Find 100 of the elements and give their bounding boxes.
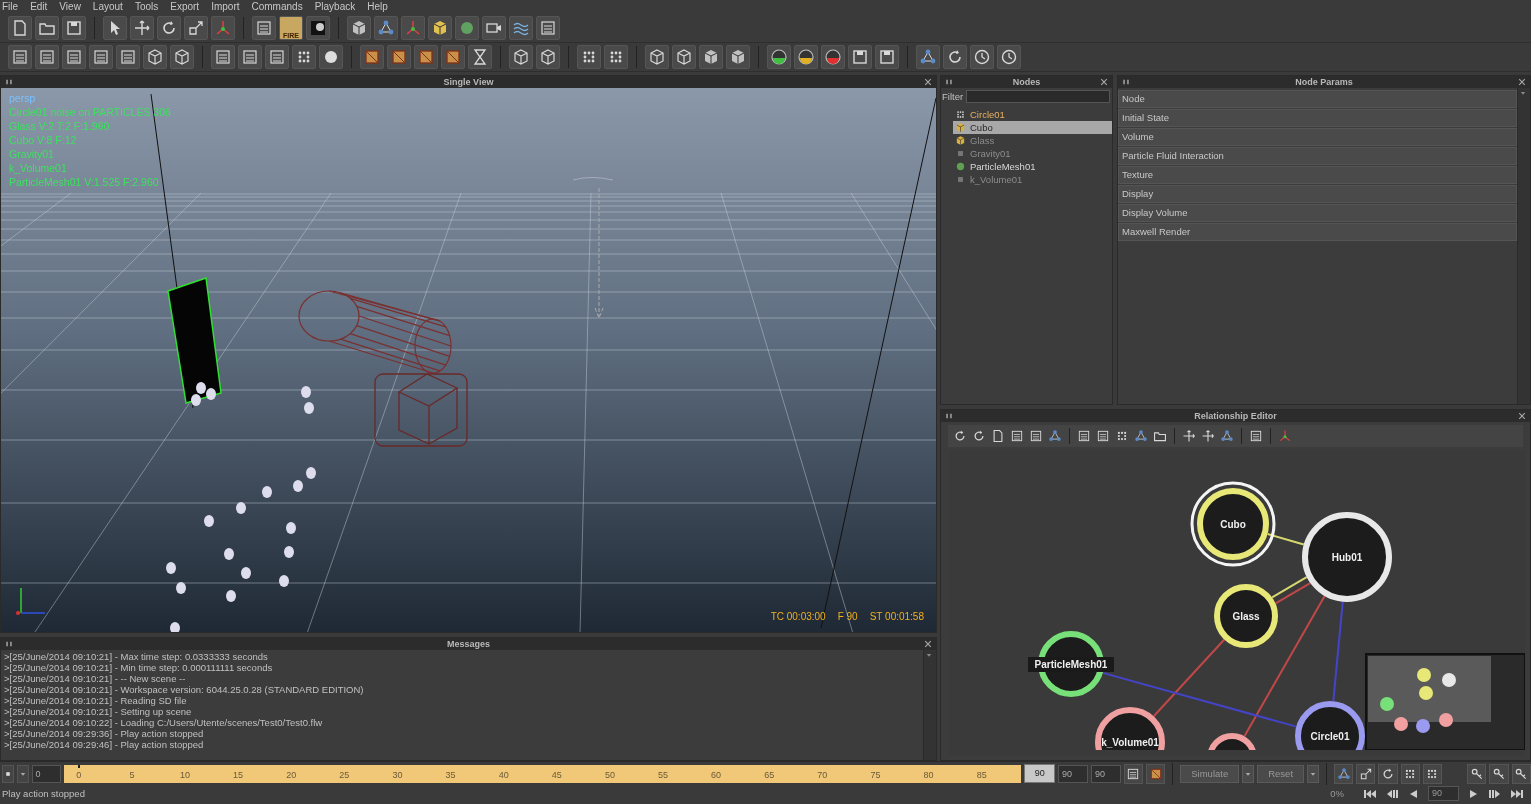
reset-button[interactable]: Reset bbox=[1257, 764, 1305, 783]
toolbar-button[interactable] bbox=[997, 45, 1021, 69]
toolbar-button[interactable] bbox=[848, 45, 872, 69]
scrollbar[interactable] bbox=[1517, 88, 1530, 404]
simulate-button[interactable]: Simulate bbox=[1180, 764, 1240, 783]
node-list-item[interactable]: Glass bbox=[953, 134, 1112, 147]
menu-item[interactable]: Playback bbox=[314, 1, 356, 13]
frame-field[interactable]: 90 bbox=[1058, 764, 1088, 783]
indicator-icon bbox=[770, 48, 788, 66]
node-list-item[interactable]: k_Volume01 bbox=[953, 173, 1112, 186]
toolbar-button[interactable] bbox=[157, 16, 181, 40]
toolbar-button[interactable] bbox=[875, 45, 899, 69]
tick-label: 10 bbox=[180, 769, 190, 781]
graph-node[interactable]: k_Volume01 bbox=[1095, 707, 1165, 750]
dropdown-button[interactable] bbox=[1307, 764, 1320, 783]
panel-title: Single View bbox=[443, 77, 494, 87]
menu-item[interactable]: Layout bbox=[92, 1, 123, 13]
section-header[interactable]: Initial State bbox=[1118, 109, 1517, 127]
dropdown-button[interactable] bbox=[1242, 764, 1255, 783]
graph-node[interactable]: Cubo bbox=[1190, 481, 1276, 567]
section-header[interactable]: Node bbox=[1118, 90, 1517, 108]
toolbar-button[interactable] bbox=[672, 45, 696, 69]
node-list-item[interactable]: Gravity01 bbox=[953, 147, 1112, 160]
node-list-item[interactable]: ParticleMesh01 bbox=[953, 160, 1112, 173]
toolbar-button[interactable] bbox=[428, 16, 452, 40]
toolbar-button[interactable] bbox=[1400, 763, 1420, 784]
menu-item[interactable]: File bbox=[2, 1, 19, 13]
toolbar-button[interactable] bbox=[1378, 763, 1398, 784]
menu-item[interactable]: Commands bbox=[251, 1, 303, 13]
playhead-marker[interactable] bbox=[77, 764, 80, 768]
toolbar-button[interactable] bbox=[1076, 428, 1092, 444]
toolbar-button[interactable] bbox=[970, 45, 994, 69]
section-header[interactable]: Display bbox=[1118, 185, 1517, 203]
end-frame-field[interactable]: 90 bbox=[1024, 764, 1056, 783]
toolbar-button[interactable] bbox=[794, 45, 818, 69]
toolbar-button[interactable] bbox=[62, 16, 86, 40]
log-line: >[25/June/2014 09:10:22] - Loading C:/Users/Utente/scenes/Test0/Test0.flw bbox=[4, 717, 324, 728]
toolbar-button[interactable] bbox=[1511, 763, 1531, 784]
toolbar-button[interactable] bbox=[1123, 763, 1144, 784]
toolbar-button[interactable] bbox=[306, 16, 330, 40]
scrollbar[interactable] bbox=[923, 650, 936, 760]
toolbar-button[interactable] bbox=[143, 45, 167, 69]
section-header[interactable]: Display Volume bbox=[1118, 204, 1517, 222]
toolbar-button[interactable] bbox=[645, 45, 669, 69]
menu-button[interactable] bbox=[2, 764, 14, 783]
section-header[interactable]: Particle Fluid Interaction bbox=[1118, 147, 1517, 165]
toolbar-button[interactable] bbox=[726, 45, 750, 69]
toolbar-button[interactable] bbox=[943, 45, 967, 69]
menu-item[interactable]: View bbox=[59, 1, 81, 13]
toolbar-button[interactable] bbox=[604, 45, 628, 69]
dropdown-button[interactable] bbox=[16, 764, 29, 783]
filter-field[interactable] bbox=[966, 90, 1110, 103]
toolbar-button[interactable] bbox=[1422, 763, 1443, 784]
toolbar-button[interactable] bbox=[1009, 428, 1025, 444]
close-icon[interactable] bbox=[923, 77, 933, 87]
close-icon[interactable] bbox=[1099, 77, 1109, 87]
toolbar-button[interactable] bbox=[821, 45, 845, 69]
frame-field[interactable]: 90 bbox=[1428, 786, 1459, 801]
toolbar-button[interactable] bbox=[990, 428, 1006, 444]
menu-item[interactable]: Tools bbox=[134, 1, 159, 13]
toolbar-button[interactable] bbox=[1095, 428, 1111, 444]
graph-node[interactable] bbox=[1207, 733, 1257, 750]
toolbar-button[interactable] bbox=[767, 45, 791, 69]
start-frame-field[interactable]: 0 bbox=[31, 764, 62, 783]
panel-title: Node Params bbox=[1295, 77, 1353, 87]
toolbar-button[interactable] bbox=[1248, 428, 1264, 444]
toolbar-button[interactable] bbox=[468, 45, 492, 69]
toolbar-button[interactable] bbox=[319, 45, 343, 69]
node-list-item[interactable]: Cubo bbox=[953, 121, 1112, 134]
menu-item[interactable]: Export bbox=[170, 1, 200, 13]
graph-node[interactable]: Glass bbox=[1214, 584, 1278, 648]
frame-field[interactable]: 90 bbox=[1091, 764, 1121, 783]
menu-item[interactable]: Import bbox=[211, 1, 240, 13]
toolbar-button[interactable] bbox=[536, 45, 560, 69]
node-list-item[interactable]: Circle01 bbox=[953, 108, 1112, 121]
toolbar-button[interactable] bbox=[184, 16, 208, 40]
section-header[interactable]: Texture bbox=[1118, 166, 1517, 184]
graph-node[interactable]: Circle01 bbox=[1295, 701, 1365, 750]
close-icon[interactable] bbox=[1517, 411, 1527, 421]
toolbar-button[interactable] bbox=[170, 45, 194, 69]
toolbar-button[interactable] bbox=[103, 16, 127, 40]
timeline-track[interactable]: 0 5 10 15 20 25 30 35 40 45 50 55 60 65 70 75 80 85 bbox=[64, 764, 1022, 783]
toolbar-button[interactable] bbox=[1356, 763, 1376, 784]
menu-item[interactable]: Edit bbox=[30, 1, 48, 13]
close-icon[interactable] bbox=[1517, 77, 1527, 87]
toolbar-button[interactable] bbox=[1028, 428, 1044, 444]
section-header[interactable]: Volume bbox=[1118, 128, 1517, 146]
section-header[interactable]: Maxwell Render bbox=[1118, 223, 1517, 241]
menu-item[interactable]: Help bbox=[367, 1, 388, 13]
toolbar-button[interactable] bbox=[1489, 763, 1509, 784]
graph-node[interactable]: Hub01 bbox=[1302, 512, 1392, 602]
toolbar-button[interactable] bbox=[699, 45, 723, 69]
close-icon[interactable] bbox=[923, 639, 933, 649]
toolbar-button[interactable] bbox=[577, 45, 601, 69]
toolbar-button[interactable] bbox=[482, 16, 506, 40]
toolbar-button[interactable] bbox=[292, 45, 316, 69]
toolbar-button[interactable] bbox=[509, 45, 533, 69]
toolbar-button[interactable] bbox=[347, 16, 371, 40]
toolbar-button[interactable] bbox=[1467, 763, 1487, 784]
toolbar-button[interactable] bbox=[130, 16, 154, 40]
